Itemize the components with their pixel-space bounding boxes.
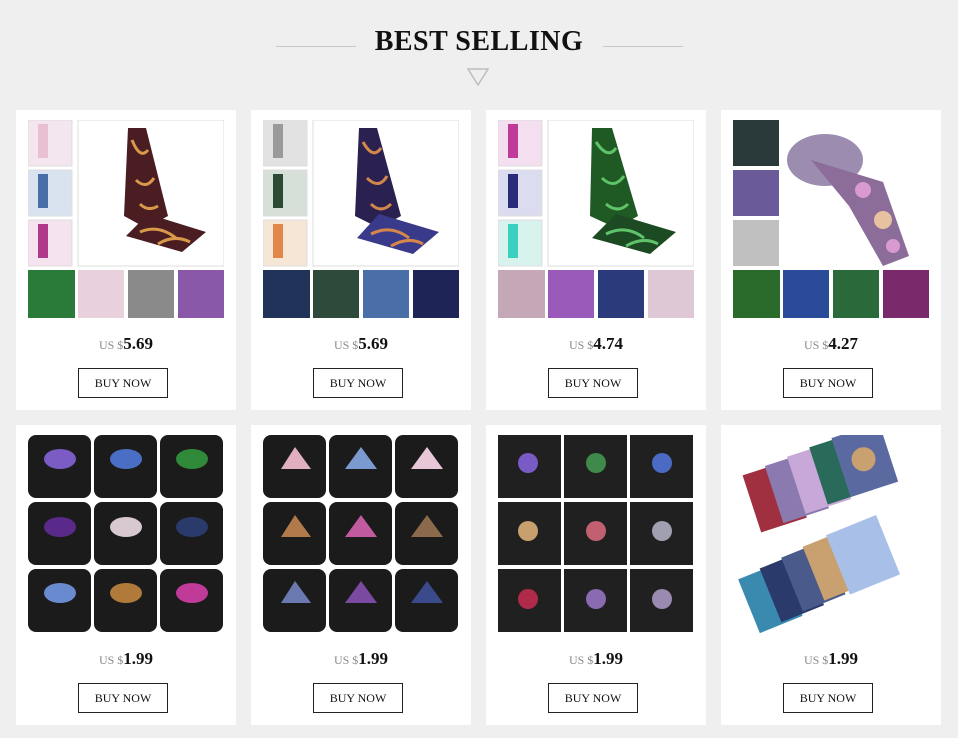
product-card[interactable]: US $1.99 BUY NOW xyxy=(721,425,941,725)
price-label: US $4.27 xyxy=(721,334,941,354)
price-value: 1.99 xyxy=(123,649,154,668)
currency-label: US $ xyxy=(803,338,829,352)
currency-label: US $ xyxy=(568,653,594,667)
product-grid: US $5.69 BUY NOW US $5.69 BUY NOW US $4.… xyxy=(16,110,941,725)
product-card[interactable]: US $1.99 BUY NOW xyxy=(16,425,236,725)
price-value: 1.99 xyxy=(593,649,624,668)
price-label: US $1.99 xyxy=(16,649,236,669)
price-label: US $1.99 xyxy=(251,649,471,669)
price-value: 1.99 xyxy=(358,649,389,668)
price-value: 5.69 xyxy=(358,334,389,353)
price-label: US $5.69 xyxy=(251,334,471,354)
product-card[interactable]: US $5.69 BUY NOW xyxy=(16,110,236,410)
product-card[interactable]: US $1.99 BUY NOW xyxy=(486,425,706,725)
product-image[interactable] xyxy=(498,120,694,318)
price-label: US $5.69 xyxy=(16,334,236,354)
currency-label: US $ xyxy=(803,653,829,667)
currency-label: US $ xyxy=(98,338,124,352)
buy-now-button[interactable]: BUY NOW xyxy=(78,683,168,713)
price-label: US $1.99 xyxy=(721,649,941,669)
buy-now-button[interactable]: BUY NOW xyxy=(313,368,403,398)
product-card[interactable]: US $1.99 BUY NOW xyxy=(251,425,471,725)
buy-now-button[interactable]: BUY NOW xyxy=(313,683,403,713)
price-value: 4.74 xyxy=(593,334,624,353)
price-label: US $1.99 xyxy=(486,649,706,669)
product-image[interactable] xyxy=(28,435,224,633)
price-value: 5.69 xyxy=(123,334,154,353)
currency-label: US $ xyxy=(333,653,359,667)
section-title: BEST SELLING xyxy=(374,26,584,57)
buy-now-button[interactable]: BUY NOW xyxy=(548,683,638,713)
product-card[interactable]: US $4.74 BUY NOW xyxy=(486,110,706,410)
buy-now-button[interactable]: BUY NOW xyxy=(78,368,168,398)
product-image[interactable] xyxy=(263,435,459,633)
product-image[interactable] xyxy=(28,120,224,318)
buy-now-button[interactable]: BUY NOW xyxy=(783,683,873,713)
price-value: 4.27 xyxy=(828,334,859,353)
currency-label: US $ xyxy=(568,338,594,352)
product-image[interactable] xyxy=(263,120,459,318)
down-triangle-icon xyxy=(467,68,489,86)
currency-label: US $ xyxy=(98,653,124,667)
buy-now-button[interactable]: BUY NOW xyxy=(783,368,873,398)
section-header: BEST SELLING xyxy=(0,0,958,100)
product-card[interactable]: US $5.69 BUY NOW xyxy=(251,110,471,410)
product-image[interactable] xyxy=(733,120,929,318)
product-card[interactable]: US $4.27 BUY NOW xyxy=(721,110,941,410)
buy-now-button[interactable]: BUY NOW xyxy=(548,368,638,398)
product-image[interactable] xyxy=(498,435,694,633)
currency-label: US $ xyxy=(333,338,359,352)
price-value: 1.99 xyxy=(828,649,859,668)
product-image[interactable] xyxy=(733,435,929,633)
price-label: US $4.74 xyxy=(486,334,706,354)
title-divider-right xyxy=(603,46,683,47)
